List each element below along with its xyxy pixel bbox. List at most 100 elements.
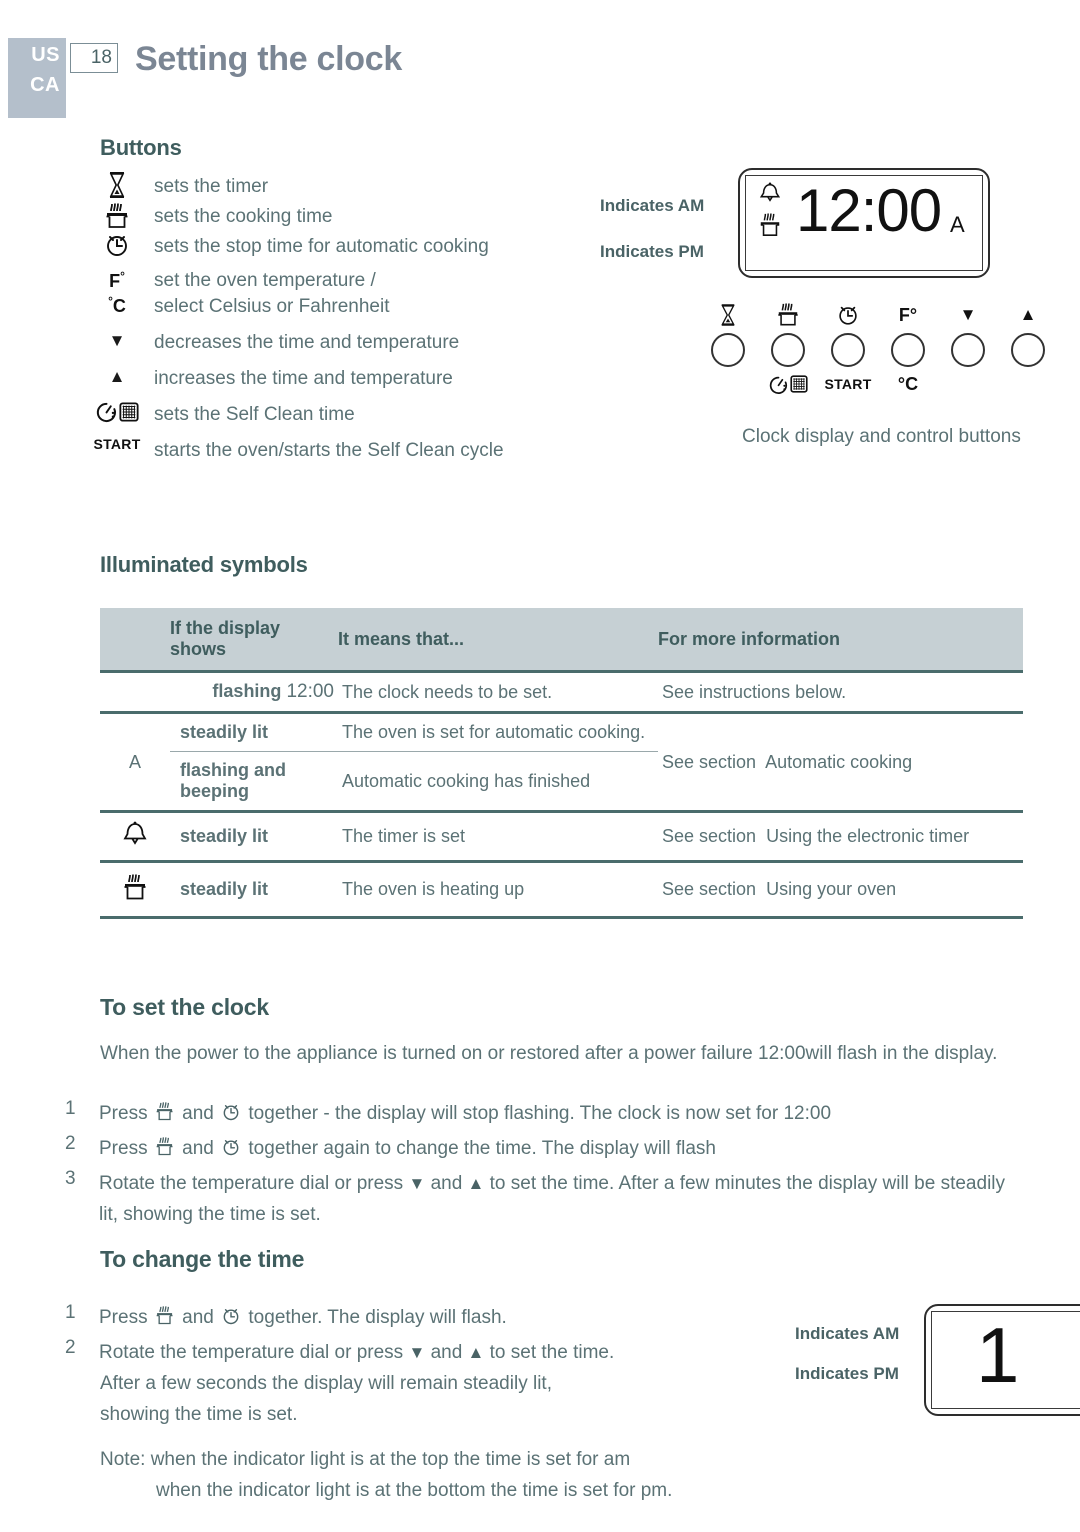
to-set-clock-steps: 1 Press and together - the display will … [65, 1098, 1025, 1230]
up-triangle-icon: ▲ [1019, 305, 1037, 324]
step-part3: together again to change the time. The d… [248, 1138, 716, 1159]
table-row: steadily lit The oven is heating up See … [100, 861, 1023, 919]
step-part2: and [182, 1138, 214, 1159]
legend-row-increase: ▲ increases the time and temperature [80, 364, 600, 392]
to-change-time-after-text: After a few seconds the display will rem… [100, 1368, 800, 1430]
row-state-word: flashing [212, 681, 282, 701]
oven-pot-icon [155, 1136, 175, 1168]
oven-pot-icon [100, 861, 170, 919]
note-line1: Note: when the indicator light is at the… [100, 1449, 631, 1470]
to-change-time-heading: To change the time [100, 1246, 305, 1272]
clock-time-display: 12:00 [796, 177, 942, 244]
oven-pot-icon [760, 301, 816, 329]
step-text: Rotate the temperature dial or press ▼ a… [99, 1168, 1019, 1230]
row-symbol-empty [100, 671, 170, 714]
intro-time: 12:00 [758, 1043, 806, 1064]
legend-row-temperature: F° °C set the oven temperature / select … [80, 266, 600, 320]
row-info: See instructions below. [658, 671, 1023, 714]
legend-row-start: START starts the oven/starts the Self Cl… [80, 436, 600, 464]
control-button-decrease[interactable]: ▼ [940, 301, 996, 395]
control-button-increase[interactable]: ▲ [1000, 301, 1056, 395]
clock-diagram-caption: Clock display and control buttons [742, 426, 1021, 447]
button-circle[interactable] [1011, 333, 1045, 367]
control-button-cooking-time[interactable] [760, 301, 816, 395]
row-means: The clock needs to be set. [338, 671, 658, 714]
row-state: steadily lit [170, 861, 338, 919]
start-label-icon: START [80, 436, 154, 454]
row-info-prefix: See section [662, 751, 757, 772]
alarm-clock-icon [221, 1305, 241, 1337]
note-line2: when the indicator light is at the botto… [156, 1480, 673, 1501]
row-state: flashing 12:00 [170, 671, 338, 714]
up-triangle-icon: ▲ [467, 1343, 485, 1362]
self-clean-icon [80, 400, 154, 423]
celsius-label: °C [897, 374, 919, 394]
start-label-text: START [824, 376, 872, 392]
step-text: Press and together. The display will fla… [99, 1302, 507, 1337]
legend-label: sets the stop time for automatic cooking [154, 236, 489, 257]
step-part2: and [430, 1173, 463, 1194]
intro-part1: When the power to the appliance is turne… [100, 1043, 753, 1064]
after-text-line2: showing the time is set. [100, 1404, 298, 1425]
step-part1: Press [99, 1307, 148, 1328]
fahrenheit-icon: F° [880, 301, 936, 329]
table-header-cell-display: If the display shows [170, 608, 338, 673]
legend-label: sets the Self Clean time [154, 404, 355, 425]
control-button-stop-time[interactable]: START [820, 301, 876, 395]
step-text: Rotate the temperature dial or press ▼ a… [99, 1337, 614, 1368]
button-circle[interactable] [951, 333, 985, 367]
control-button-temperature[interactable]: F° °C [880, 301, 936, 395]
legend-label: set the oven temperature / select Celsiu… [154, 266, 390, 320]
oven-pot-icon [760, 213, 780, 236]
row-info-prefix: See section [662, 826, 757, 846]
country-label-ca: CA [30, 74, 60, 96]
row-info-name: Using the electronic timer [766, 826, 970, 846]
up-triangle-icon: ▲ [467, 1174, 485, 1193]
legend-label: increases the time and temperature [154, 368, 453, 389]
page-number: 18 [70, 43, 118, 73]
legend-label: sets the cooking time [154, 206, 333, 227]
table-row: flashing 12:00 The clock needs to be set… [100, 671, 1023, 714]
clock-display-diagram: Indicates AM Indicates PM 12:00 A START … [600, 168, 1060, 468]
step-part3: to set the time. [489, 1342, 615, 1363]
row-state-value: 12:00 [286, 681, 334, 702]
alarm-clock-icon [221, 1101, 241, 1133]
list-item: 3 Rotate the temperature dial or press ▼… [65, 1168, 1025, 1230]
to-change-time-note: Note: when the indicator light is at the… [100, 1444, 860, 1506]
row-means: Automatic cooking has finished [338, 751, 658, 813]
row-info-name: Automatic cooking [765, 751, 913, 772]
oven-pot-icon [155, 1101, 175, 1133]
legend-label: starts the oven/starts the Self Clean cy… [154, 440, 504, 461]
clock-time-digit: 1 [976, 1311, 1020, 1399]
step-part1: Rotate the temperature dial or press [99, 1173, 404, 1194]
button-circle[interactable] [831, 333, 865, 367]
step-number: 2 [65, 1133, 76, 1154]
button-circle[interactable] [711, 333, 745, 367]
step-part2: and [182, 1103, 214, 1124]
legend-label: sets the timer [154, 176, 269, 197]
down-triangle-icon: ▼ [108, 331, 126, 350]
list-item: 1 Press and together. The display will f… [65, 1302, 845, 1337]
row-info: See section Automatic cooking [658, 712, 1023, 813]
step-part2: and [182, 1307, 214, 1328]
button-circle[interactable] [891, 333, 925, 367]
clock-face: 1 [924, 1304, 1080, 1416]
start-label-text: START [93, 436, 141, 452]
oven-pot-icon [155, 1305, 175, 1337]
table-header-cell-means: It means that... [338, 608, 658, 673]
bottom-clock-diagram: Indicates AM Indicates PM 1 [795, 1290, 1080, 1430]
self-clean-icon [760, 373, 816, 395]
hourglass-timer-icon [80, 172, 154, 198]
step-part1: Press [99, 1103, 148, 1124]
oven-pot-icon [80, 202, 154, 230]
to-set-clock-heading: To set the clock [100, 994, 269, 1020]
page-title: Setting the clock [135, 40, 402, 78]
hourglass-timer-icon [700, 301, 756, 329]
row-state: steadily lit [170, 811, 338, 863]
alarm-clock-icon [820, 301, 876, 329]
row-info: See section Using the electronic timer [658, 811, 1023, 863]
control-button-timer[interactable] [700, 301, 756, 395]
step-part3: together - the display will stop flashin… [248, 1103, 832, 1124]
indicates-pm-label: Indicates PM [600, 242, 704, 261]
button-circle[interactable] [771, 333, 805, 367]
